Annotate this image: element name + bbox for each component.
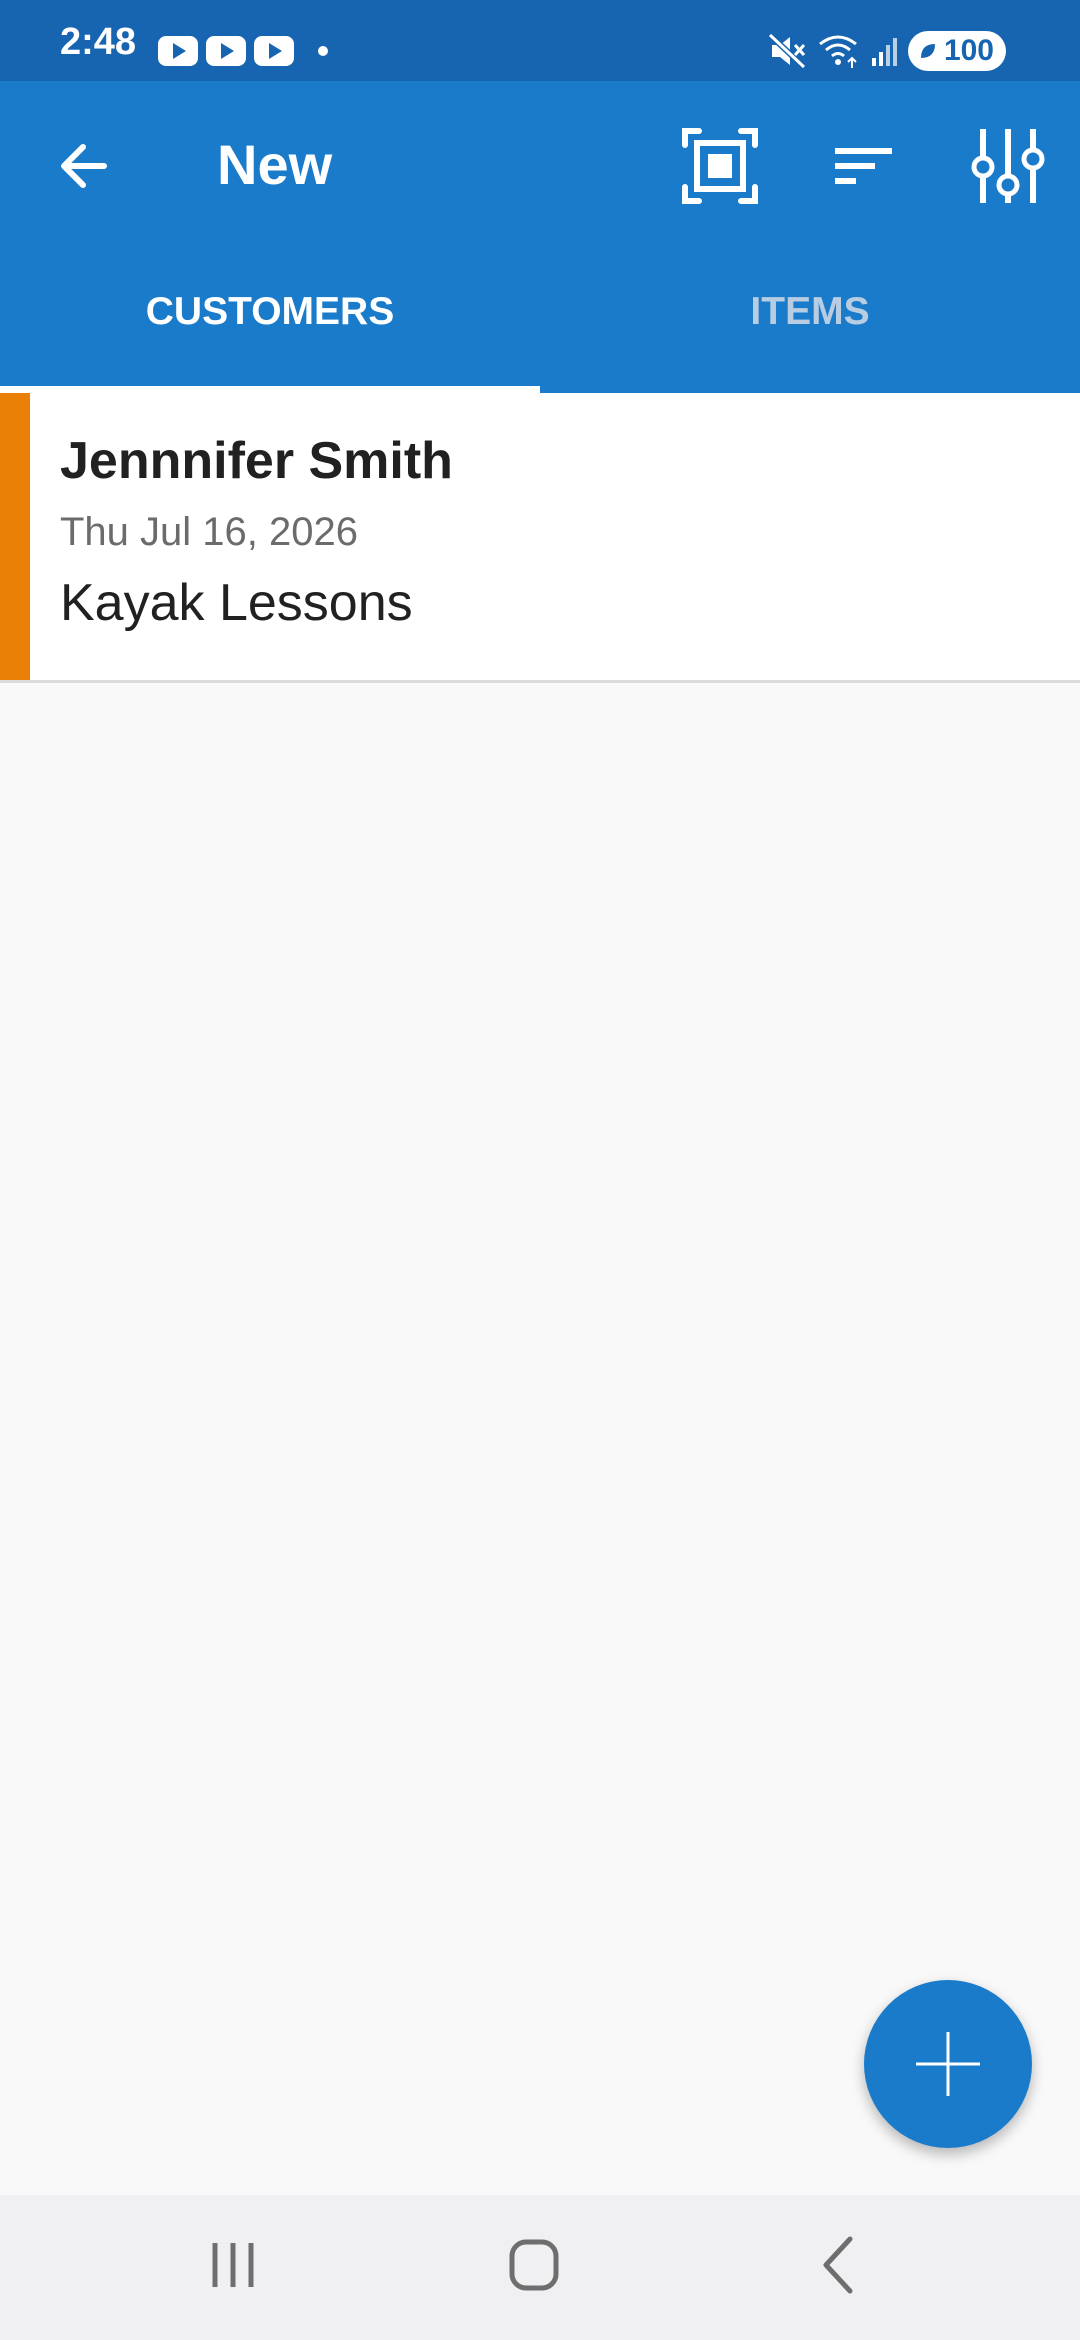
filter-sliders-icon <box>971 129 1045 203</box>
tab-indicator <box>0 386 540 393</box>
battery-level: 100 <box>943 34 994 67</box>
more-notifications-dot-icon <box>318 46 328 56</box>
home-icon <box>509 2239 559 2291</box>
back-icon <box>823 2236 853 2294</box>
list-item[interactable]: Jennnifer Smith Thu Jul 16, 2026 Kayak L… <box>0 393 1080 683</box>
sort-button[interactable] <box>820 121 910 211</box>
battery-saver-icon <box>921 44 935 58</box>
status-stripe <box>0 393 30 680</box>
youtube-icon <box>206 36 246 66</box>
order-item: Kayak Lessons <box>60 574 413 632</box>
sort-icon <box>835 148 892 184</box>
arrow-left-icon <box>61 144 107 188</box>
signal-icon <box>872 38 897 66</box>
wifi-icon <box>819 35 857 68</box>
battery-indicator: 100 <box>908 31 1006 71</box>
plus-icon <box>916 2032 980 2096</box>
system-back-button[interactable] <box>778 2225 898 2305</box>
add-button[interactable] <box>864 1980 1032 2148</box>
app-bar: New CUSTOMERS ITEMS <box>0 81 1080 393</box>
mute-icon <box>768 33 807 69</box>
tab-customers[interactable]: CUSTOMERS <box>0 277 540 393</box>
scan-button[interactable] <box>675 121 765 211</box>
scan-icon <box>682 128 758 204</box>
page-title: New <box>217 133 333 196</box>
order-date: Thu Jul 16, 2026 <box>60 510 358 554</box>
recents-icon <box>212 2243 254 2287</box>
status-bar: 2:48 100 <box>0 0 1080 81</box>
back-button[interactable] <box>40 121 130 211</box>
recents-button[interactable] <box>173 2225 293 2305</box>
customer-name: Jennnifer Smith <box>60 432 453 490</box>
home-button[interactable] <box>474 2225 594 2305</box>
system-nav-bar <box>0 2195 1080 2340</box>
tab-items[interactable]: ITEMS <box>540 277 1080 393</box>
status-time: 2:48 <box>60 21 137 63</box>
filter-button[interactable] <box>963 121 1053 211</box>
youtube-icon <box>158 36 198 66</box>
youtube-icon <box>254 36 294 66</box>
